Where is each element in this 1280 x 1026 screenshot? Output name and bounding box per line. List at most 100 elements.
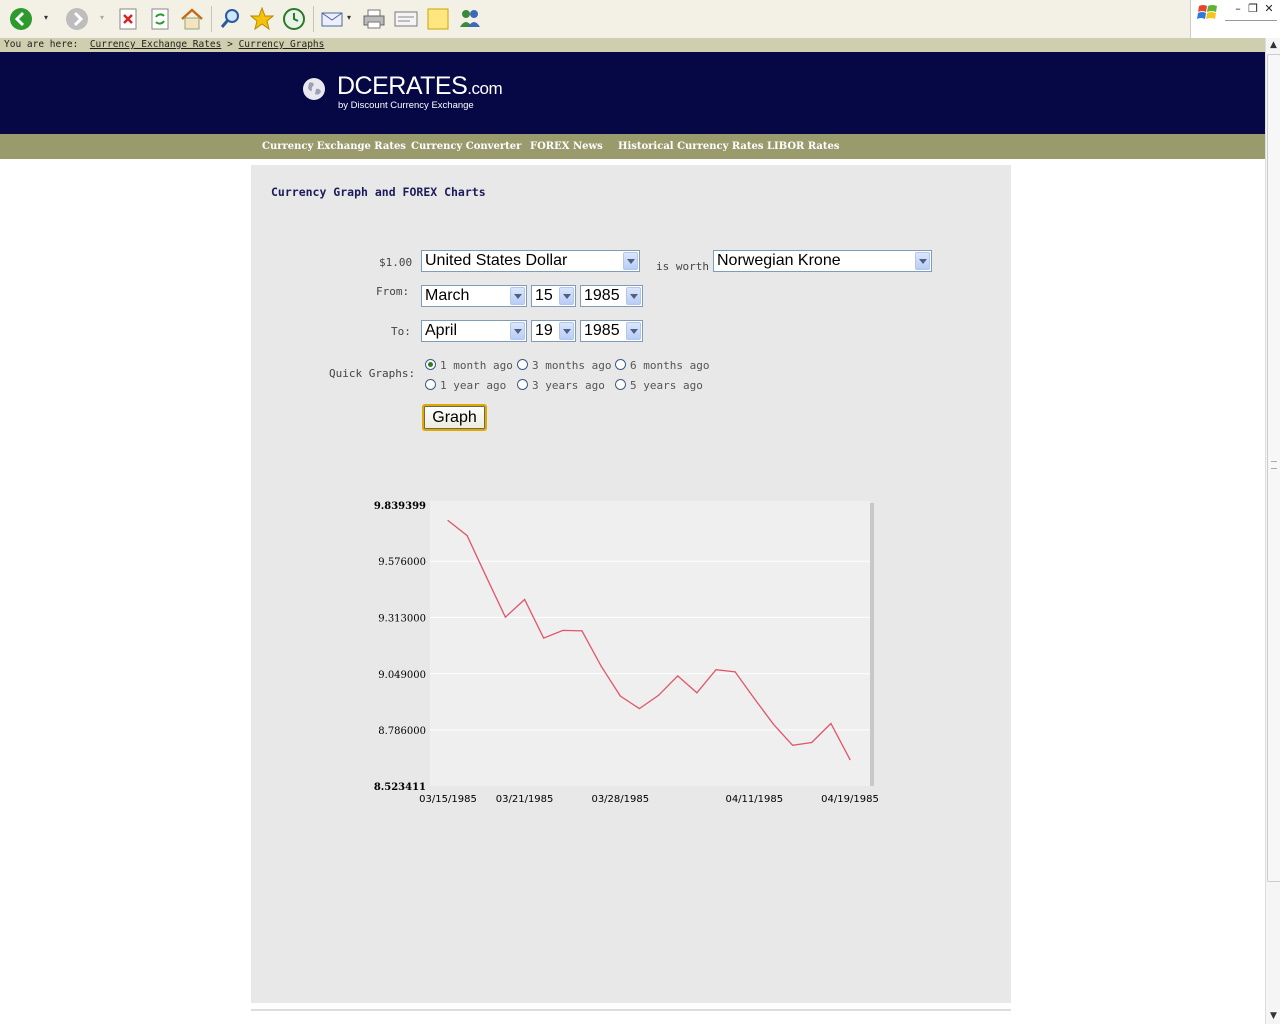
- chevron-down-icon[interactable]: [623, 252, 638, 270]
- data-point: [543, 637, 545, 639]
- to-date-label: To:: [391, 325, 411, 338]
- vertical-scrollbar[interactable]: ▲ ▼: [1265, 38, 1280, 1024]
- home-icon[interactable]: [179, 6, 205, 32]
- minimize-icon[interactable]: –: [1231, 2, 1245, 15]
- restore-icon[interactable]: ❐: [1246, 2, 1260, 15]
- window-controls: – ❐ ✕: [1190, 0, 1280, 38]
- edit-icon[interactable]: [393, 6, 419, 32]
- breadcrumb-separator: >: [227, 39, 233, 50]
- quick-radio-6-months[interactable]: [615, 359, 626, 370]
- nav-libor-rates[interactable]: LIBOR Rates: [767, 134, 839, 159]
- note-icon[interactable]: [425, 6, 451, 32]
- scroll-down-icon[interactable]: ▼: [1266, 1009, 1280, 1024]
- windows-logo-icon: [1197, 5, 1217, 19]
- is-worth-label: is worth: [656, 260, 709, 273]
- to-day-value: 19: [535, 322, 553, 339]
- data-point: [638, 707, 641, 710]
- data-point: [447, 519, 449, 522]
- nav-currency-converter[interactable]: Currency Converter: [411, 134, 521, 159]
- data-point: [849, 759, 851, 761]
- header-banner: [0, 52, 1265, 134]
- print-icon[interactable]: [361, 6, 387, 32]
- data-point: [466, 535, 468, 537]
- from-day-select[interactable]: 15: [531, 285, 576, 307]
- quick-label-5-years[interactable]: 5 years ago: [630, 379, 703, 392]
- brand-suffix: .com: [467, 79, 503, 98]
- quick-radio-5-years[interactable]: [615, 379, 626, 390]
- back-dropdown-icon[interactable]: ▾: [42, 14, 50, 22]
- mail-icon[interactable]: [319, 6, 345, 32]
- breadcrumb-prefix: You are here:: [4, 39, 79, 50]
- close-icon[interactable]: ✕: [1262, 2, 1276, 15]
- quick-radio-1-year[interactable]: [425, 379, 436, 390]
- y-axis-ticks: 9.839399 9.576000 9.313000 9.049000 8.786000…: [374, 501, 426, 793]
- favorites-icon[interactable]: [249, 6, 275, 32]
- x-tick-label: 03/21/1985: [496, 794, 554, 805]
- nav-forex-news[interactable]: FOREX News: [530, 134, 603, 159]
- quick-label-3-years[interactable]: 3 years ago: [532, 379, 605, 392]
- y-tick-label: 9.839399: [374, 501, 426, 512]
- chevron-down-icon[interactable]: [626, 322, 641, 340]
- history-icon[interactable]: [281, 6, 307, 32]
- scroll-thumb[interactable]: [1267, 54, 1280, 882]
- to-day-select[interactable]: 19: [531, 320, 576, 342]
- from-month-select[interactable]: March: [421, 285, 527, 307]
- from-date-label: From:: [376, 285, 410, 298]
- data-point: [791, 744, 794, 746]
- from-currency-select[interactable]: United States Dollar: [421, 250, 640, 272]
- quick-radio-3-years[interactable]: [517, 379, 528, 390]
- from-year-select[interactable]: 1985: [580, 285, 643, 307]
- nav-historical-currency-rates[interactable]: Historical Currency Rates: [618, 134, 764, 159]
- breadcrumb-link-exchange-rates[interactable]: Currency Exchange Rates: [90, 39, 222, 50]
- x-axis-ticks: 03/15/1985 03/21/1985 03/28/1985 04/11/1985…: [419, 794, 879, 805]
- chevron-down-icon[interactable]: [510, 287, 525, 305]
- chevron-down-icon[interactable]: [559, 287, 574, 305]
- data-point: [581, 630, 583, 632]
- to-year-value: 1985: [584, 322, 620, 339]
- chevron-down-icon[interactable]: [626, 287, 641, 305]
- plot-shadow: [870, 503, 874, 786]
- to-year-select[interactable]: 1985: [580, 320, 643, 342]
- quick-label-1-year[interactable]: 1 year ago: [440, 379, 506, 392]
- x-tick-label: 04/11/1985: [725, 794, 783, 805]
- globe-logo-icon[interactable]: [302, 77, 326, 101]
- to-month-select[interactable]: April: [421, 320, 527, 342]
- data-point: [619, 695, 621, 697]
- refresh-icon[interactable]: [147, 6, 173, 32]
- search-icon[interactable]: [217, 6, 243, 32]
- y-tick-label: 9.313000: [378, 613, 426, 624]
- brand-logo[interactable]: DCERATES.com: [337, 72, 503, 101]
- page-title: Currency Graph and FOREX Charts: [271, 185, 486, 199]
- data-point: [485, 576, 487, 578]
- graph-button[interactable]: Graph: [422, 404, 487, 431]
- data-point: [696, 692, 698, 694]
- forward-icon[interactable]: [64, 6, 90, 32]
- chevron-down-icon[interactable]: [915, 252, 930, 270]
- exchange-rate-chart: 9.839399 9.576000 9.313000 9.049000 8.786000…: [374, 501, 879, 805]
- nav-currency-exchange-rates[interactable]: Currency Exchange Rates: [262, 134, 406, 159]
- back-icon[interactable]: [8, 6, 34, 32]
- stop-icon[interactable]: [115, 6, 141, 32]
- x-tick-label: 04/19/1985: [821, 794, 879, 805]
- to-currency-select[interactable]: Norwegian Krone: [713, 250, 932, 272]
- quick-radio-3-months[interactable]: [517, 359, 528, 370]
- y-tick-label: 8.786000: [378, 726, 426, 737]
- data-point: [753, 697, 755, 700]
- breadcrumb-link-currency-graphs[interactable]: Currency Graphs: [239, 39, 325, 50]
- mail-dropdown-icon[interactable]: ▾: [345, 14, 353, 22]
- quick-label-3-months[interactable]: 3 months ago: [532, 359, 611, 372]
- data-point: [811, 741, 813, 744]
- brand-tagline: by Discount Currency Exchange: [338, 100, 474, 111]
- quick-radio-1-month[interactable]: [425, 359, 436, 370]
- chevron-down-icon[interactable]: [559, 322, 574, 340]
- scroll-up-icon[interactable]: ▲: [1266, 38, 1280, 53]
- data-point: [715, 669, 717, 671]
- quick-label-6-months[interactable]: 6 months ago: [630, 359, 709, 372]
- quick-label-1-month[interactable]: 1 month ago: [440, 359, 513, 372]
- from-day-value: 15: [535, 287, 553, 304]
- browser-toolbar: ▾ ▾ ▾: [0, 0, 1190, 39]
- forward-dropdown-icon[interactable]: ▾: [98, 14, 106, 22]
- x-tick-label: 03/15/1985: [419, 794, 477, 805]
- chevron-down-icon[interactable]: [510, 322, 525, 340]
- messenger-icon[interactable]: [457, 6, 483, 32]
